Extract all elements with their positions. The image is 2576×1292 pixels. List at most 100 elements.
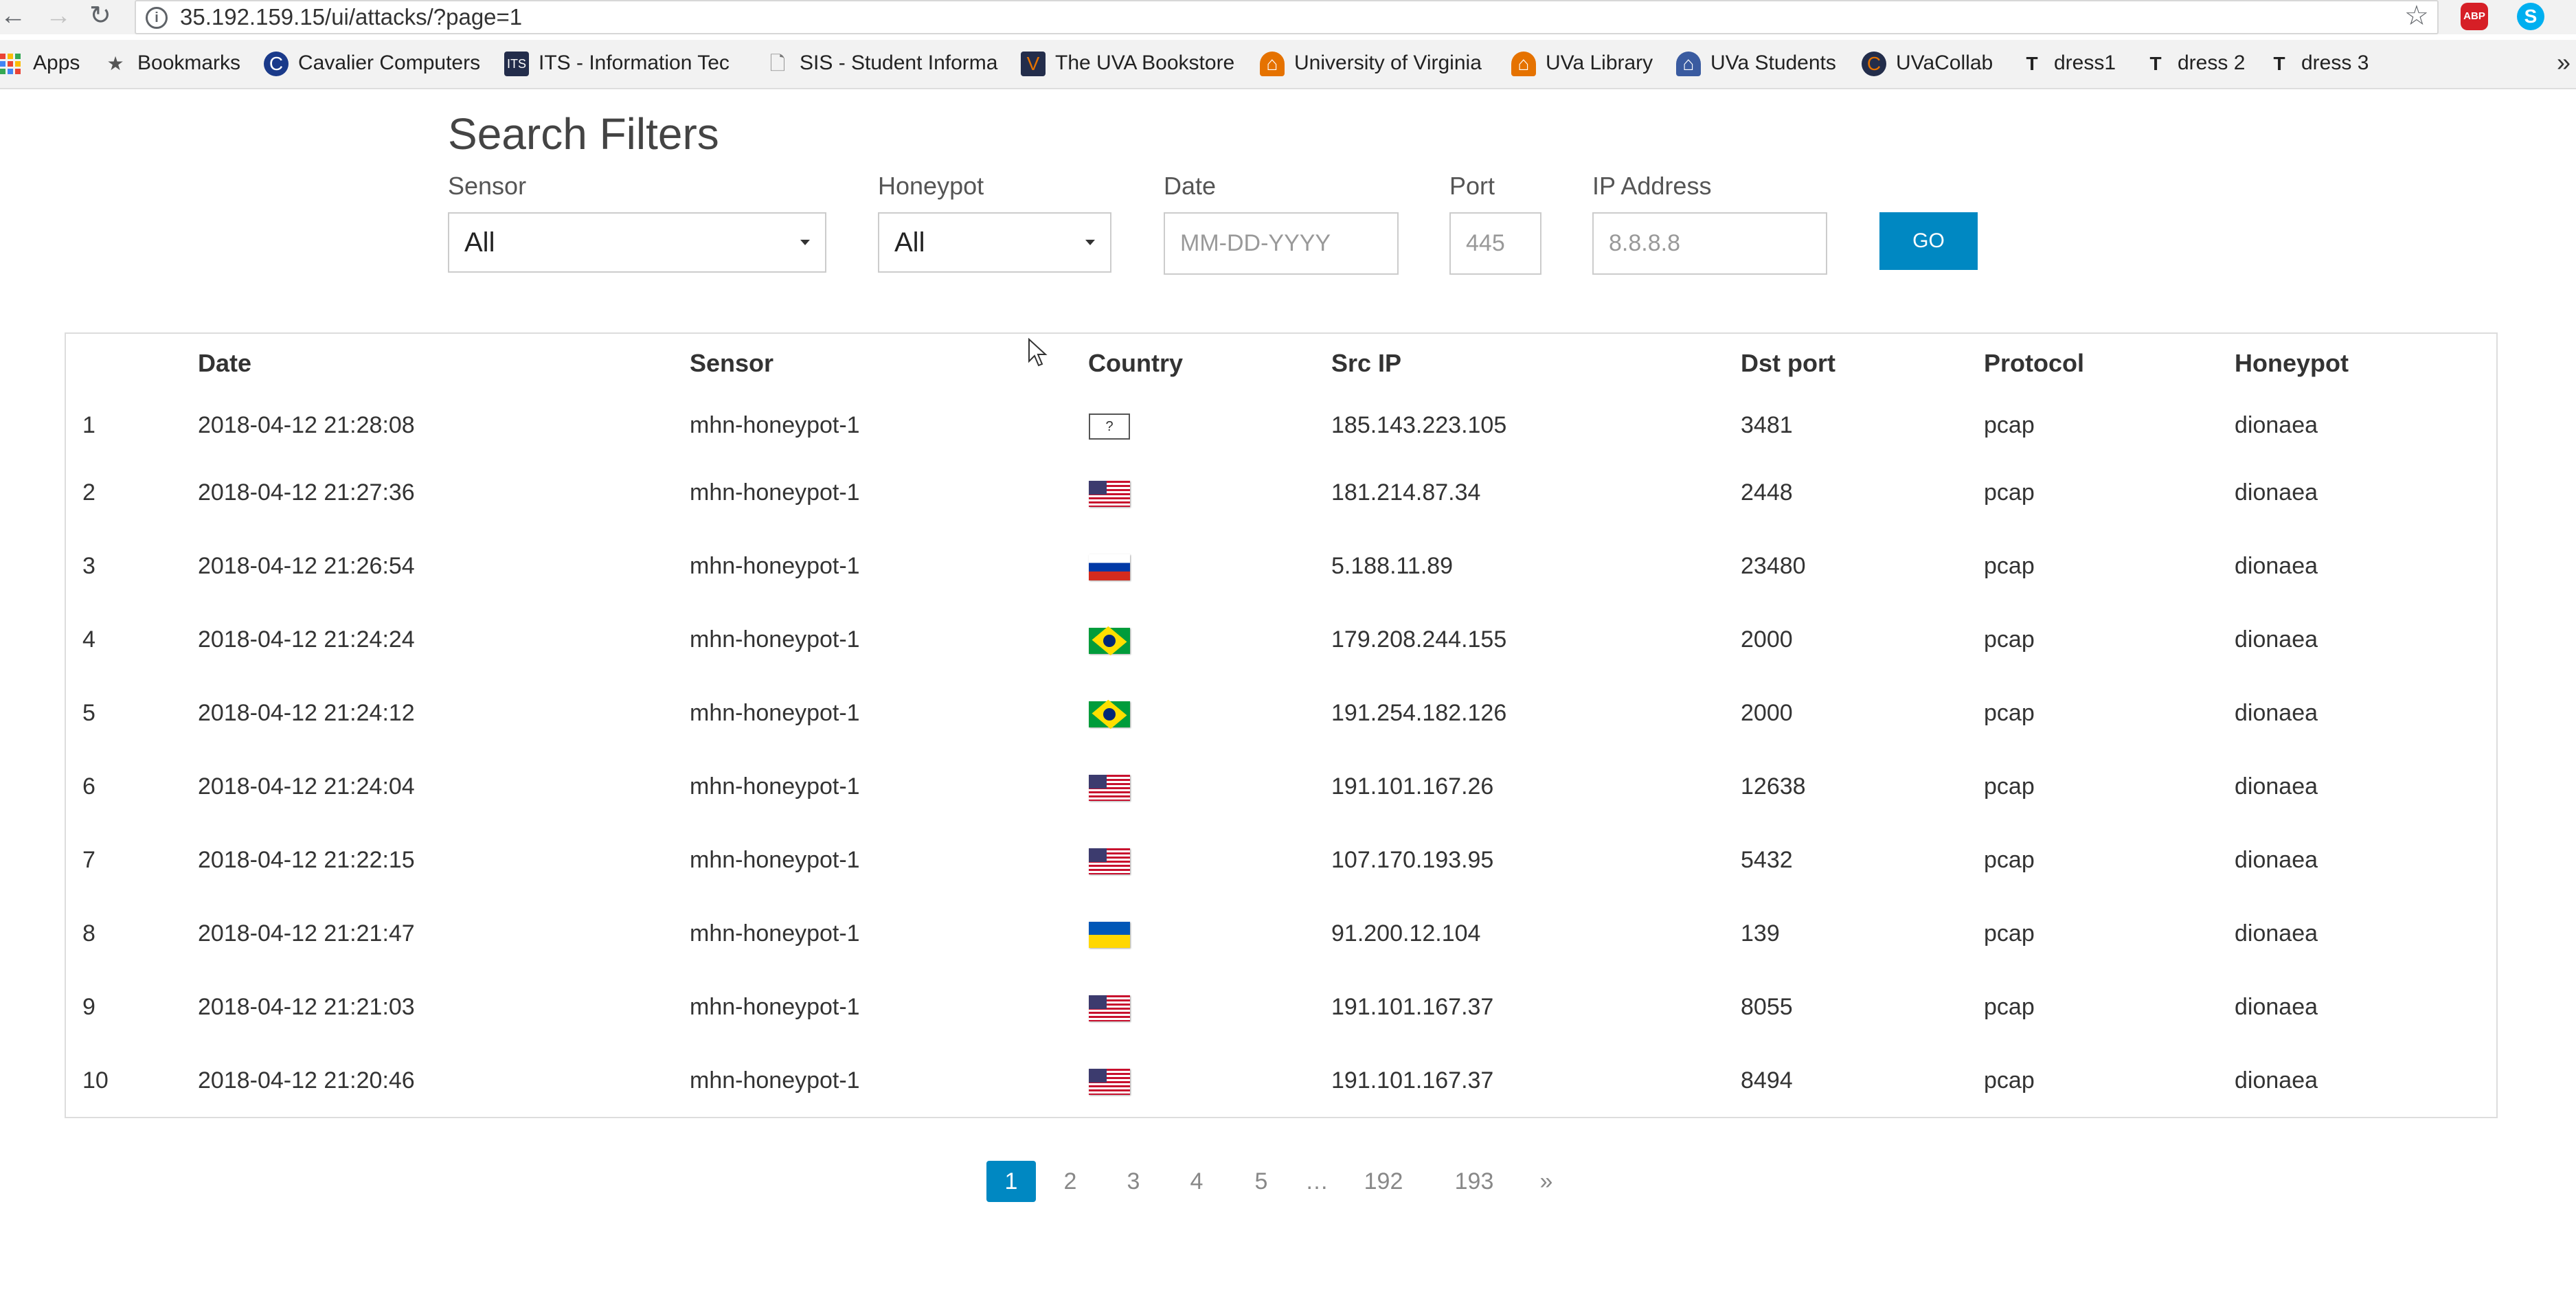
src-ip-cell: 91.200.12.104 [1331, 920, 1481, 947]
dst-port-cell: 5432 [1741, 847, 1793, 873]
honeypot-select[interactable]: All [878, 212, 1111, 273]
bookmark-its[interactable]: ITS ITS - Information Tec [504, 49, 730, 77]
page-link-2[interactable]: 2 [1050, 1161, 1091, 1202]
bookmark-uva-bookstore[interactable]: V The UVA Bookstore [1021, 49, 1234, 77]
chevron-down-icon [1085, 240, 1095, 245]
protocol-cell: pcap [1984, 700, 2035, 726]
row-number: 7 [82, 847, 95, 873]
src-ip-cell: 179.208.244.155 [1331, 626, 1507, 653]
dst-port-cell: 139 [1741, 920, 1780, 947]
port-input[interactable]: 445 [1449, 212, 1541, 275]
row-number: 5 [82, 700, 95, 726]
address-bar[interactable]: i 35.192.159.15/ui/attacks/?page=1 [135, 0, 2439, 34]
bookmark-uva-students[interactable]: ⌂ UVa Students [1676, 49, 1836, 77]
protocol-cell: pcap [1984, 553, 2035, 579]
bookmark-dress1[interactable]: Tdress1 [2020, 49, 2116, 77]
br-flag-icon [1089, 701, 1130, 727]
src-ip-cell: 107.170.193.95 [1331, 847, 1494, 873]
date-cell: 2018-04-12 21:28:08 [198, 412, 415, 438]
more-bookmarks-icon[interactable]: » [2557, 48, 2571, 77]
src-ip-cell: 5.188.11.89 [1331, 553, 1454, 579]
table-row: 6 2018-04-12 21:24:04 mhn-honeypot-1 191.10… [66, 753, 2496, 821]
apps-grid-icon [0, 54, 21, 75]
info-icon[interactable]: i [146, 7, 168, 29]
port-label: Port [1449, 172, 1495, 200]
page-link-5[interactable]: 5 [1241, 1161, 1282, 1202]
pagination-ellipsis: … [1305, 1168, 1329, 1194]
uva-rotunda-icon: ⌂ [1676, 52, 1701, 77]
go-button[interactable]: GO [1879, 212, 1978, 270]
bookmark-dress3[interactable]: Tdress 3 [2267, 49, 2369, 77]
us-flag-icon [1089, 995, 1130, 1021]
row-number: 9 [82, 994, 95, 1020]
us-flag-icon [1089, 775, 1130, 801]
bookmark-sis[interactable]: 🗋 SIS - Student Informa [765, 49, 998, 77]
protocol-cell: pcap [1984, 1067, 2035, 1093]
reload-icon[interactable]: ↻ [89, 1, 111, 30]
protocol-cell: pcap [1984, 994, 2035, 1020]
page-link-3[interactable]: 3 [1113, 1161, 1154, 1202]
bookmark-cavalier-computers[interactable]: C Cavalier Computers [264, 49, 480, 77]
url-text[interactable]: 35.192.159.15/ui/attacks/?page=1 [180, 4, 522, 30]
bookmark-uva-library[interactable]: ⌂ UVa Library [1511, 49, 1653, 77]
honeypot-cell: dionaea [2235, 920, 2318, 947]
src-ip-cell: 191.101.167.26 [1331, 773, 1494, 800]
skype-icon[interactable]: S [2517, 3, 2544, 30]
row-number: 2 [82, 479, 95, 506]
forward-arrow-icon[interactable]: → [45, 1, 71, 30]
protocol-cell: pcap [1984, 626, 2035, 653]
date-cell: 2018-04-12 21:21:03 [198, 994, 415, 1020]
dst-port-cell: 23480 [1741, 553, 1806, 579]
uva-rotunda-icon: ⌂ [1260, 52, 1285, 77]
table-row: 5 2018-04-12 21:24:12 mhn-honeypot-1 191.25… [66, 679, 2496, 748]
sensor-cell: mhn-honeypot-1 [690, 994, 860, 1020]
next-page-link[interactable]: » [1529, 1161, 1563, 1202]
dst-port-cell: 3481 [1741, 412, 1793, 438]
honeypot-cell: dionaea [2235, 553, 2318, 579]
page-link-192[interactable]: 192 [1356, 1161, 1411, 1202]
star-icon: ★ [106, 53, 124, 75]
collab-icon: C [1862, 52, 1886, 77]
honeypot-cell: dionaea [2235, 994, 2318, 1020]
date-cell: 2018-04-12 21:26:54 [198, 553, 415, 579]
table-row: 1 2018-04-12 21:28:08 mhn-honeypot-1 185.14… [66, 392, 2496, 460]
honeypot-label: Honeypot [878, 172, 984, 200]
column-header-protocol: Protocol [1984, 349, 2085, 377]
table-row: 7 2018-04-12 21:22:15 mhn-honeypot-1 107.17… [66, 826, 2496, 895]
row-number: 10 [82, 1067, 109, 1093]
bookmark-apps[interactable]: Apps [0, 49, 80, 77]
honeypot-cell: dionaea [2235, 1067, 2318, 1093]
row-number: 3 [82, 553, 95, 579]
protocol-cell: pcap [1984, 773, 2035, 800]
src-ip-cell: 191.101.167.37 [1331, 994, 1494, 1020]
protocol-cell: pcap [1984, 847, 2035, 873]
page-link-4[interactable]: 4 [1176, 1161, 1217, 1202]
ru-flag-icon [1089, 554, 1130, 580]
bookmark-bookmarks[interactable]: ★ Bookmarks [103, 49, 240, 77]
honeypot-cell: dionaea [2235, 700, 2318, 726]
bookmark-dress2[interactable]: Tdress 2 [2143, 49, 2245, 77]
honeypot-select-value: All [894, 227, 925, 258]
br-flag-icon [1089, 628, 1130, 654]
honeypot-cell: dionaea [2235, 479, 2318, 506]
sensor-select-value: All [464, 227, 495, 258]
sensor-select[interactable]: All [448, 212, 826, 273]
mouse-cursor-icon [1028, 338, 1048, 367]
bookmark-uvacollab[interactable]: C UVaCollab [1862, 49, 1993, 77]
protocol-cell: pcap [1984, 920, 2035, 947]
ip-address-input[interactable]: 8.8.8.8 [1592, 212, 1827, 275]
page-link-193[interactable]: 193 [1447, 1161, 1502, 1202]
back-arrow-icon[interactable]: ← [0, 1, 26, 30]
dst-port-cell: 8494 [1741, 1067, 1793, 1093]
date-cell: 2018-04-12 21:22:15 [198, 847, 415, 873]
page-link-1[interactable]: 1 [986, 1161, 1036, 1202]
date-input[interactable]: MM-DD-YYYY [1164, 212, 1399, 275]
adblock-icon[interactable]: ABP [2461, 3, 2488, 30]
us-flag-icon [1089, 1069, 1130, 1095]
date-cell: 2018-04-12 21:24:04 [198, 773, 415, 800]
sensor-cell: mhn-honeypot-1 [690, 1067, 860, 1093]
sensor-cell: mhn-honeypot-1 [690, 412, 860, 438]
t-icon: T [2026, 53, 2038, 75]
bookmark-star-icon[interactable]: ☆ [2404, 0, 2429, 32]
bookmark-university-of-virginia[interactable]: ⌂ University of Virginia [1260, 49, 1482, 77]
